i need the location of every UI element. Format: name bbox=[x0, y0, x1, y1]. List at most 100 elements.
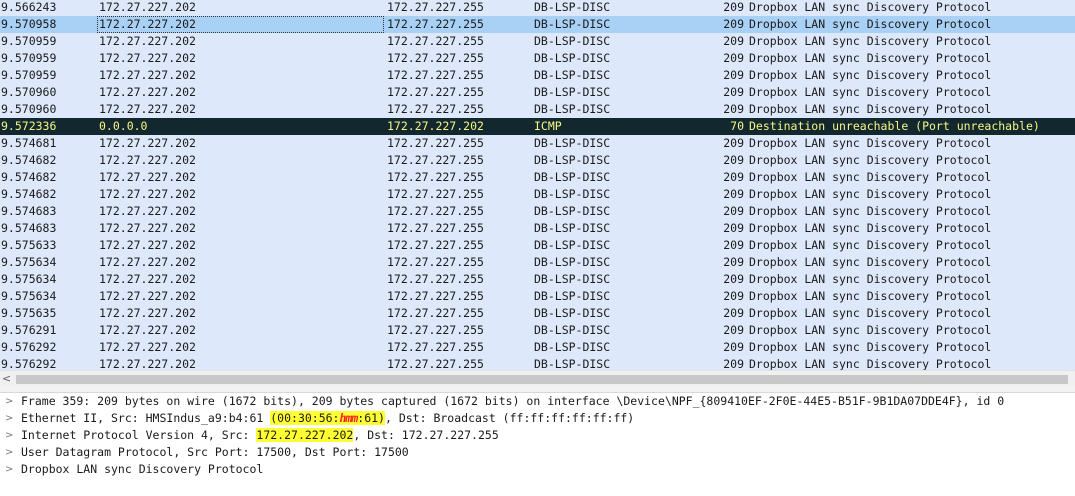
packet-protocol: DB-LSP-DISC bbox=[534, 0, 611, 14]
packet-protocol: DB-LSP-DISC bbox=[534, 340, 611, 354]
packet-protocol: DB-LSP-DISC bbox=[534, 68, 611, 82]
packet-row[interactable]: 9.570959 172.27.227.202 172.27.227.255 DB-L… bbox=[0, 67, 1075, 84]
ip-suffix: , Dst: 172.27.227.255 bbox=[353, 428, 499, 442]
ip-prefix: Internet Protocol Version 4, Src: bbox=[21, 428, 257, 442]
packet-time: 9.575634 bbox=[1, 289, 57, 303]
packet-info: Dropbox LAN sync Discovery Protocol bbox=[749, 340, 992, 354]
packet-row[interactable]: 9.570960 172.27.227.202 172.27.227.255 DB-L… bbox=[0, 84, 1075, 101]
packet-info: Dropbox LAN sync Discovery Protocol bbox=[749, 17, 992, 31]
chevron-right-icon[interactable]: > bbox=[5, 427, 15, 444]
packet-time: 9.572336 bbox=[1, 119, 57, 133]
packet-row[interactable]: 9.575634 172.27.227.202 172.27.227.255 DB-L… bbox=[0, 254, 1075, 271]
packet-info: Dropbox LAN sync Discovery Protocol bbox=[749, 306, 992, 320]
packet-row[interactable]: 9.566243 172.27.227.202 172.27.227.255 DB-L… bbox=[0, 0, 1075, 16]
detail-frame-row[interactable]: > Frame 359: 209 bytes on wire (1672 bit… bbox=[0, 393, 1075, 410]
packet-destination: 172.27.227.255 bbox=[387, 85, 484, 99]
packet-info: Dropbox LAN sync Discovery Protocol bbox=[749, 323, 992, 337]
detail-udp-row[interactable]: > User Datagram Protocol, Src Port: 1750… bbox=[0, 444, 1075, 461]
detail-dropbox-row[interactable]: > Dropbox LAN sync Discovery Protocol bbox=[0, 461, 1075, 478]
packet-time: 9.574683 bbox=[1, 204, 57, 218]
packet-source: 172.27.227.202 bbox=[99, 51, 196, 65]
packet-protocol: DB-LSP-DISC bbox=[534, 272, 611, 286]
scrollbar-thumb[interactable] bbox=[16, 375, 1068, 384]
packet-length: 209 bbox=[723, 34, 744, 48]
packet-info: Dropbox LAN sync Discovery Protocol bbox=[749, 187, 992, 201]
packet-source: 172.27.227.202 bbox=[99, 357, 196, 370]
chevron-right-icon[interactable]: > bbox=[5, 393, 15, 410]
redacted-mac-scribble: hmm bbox=[339, 411, 358, 425]
chevron-right-icon[interactable]: > bbox=[5, 444, 15, 461]
packet-protocol: DB-LSP-DISC bbox=[534, 255, 611, 269]
packet-row[interactable]: 9.574682 172.27.227.202 172.27.227.255 DB-L… bbox=[0, 186, 1075, 203]
detail-ethernet-row[interactable]: > Ethernet II, Src: HMSIndus_a9:b4:61 (0… bbox=[0, 410, 1075, 427]
packet-info: Dropbox LAN sync Discovery Protocol bbox=[749, 34, 992, 48]
packet-row[interactable]: 9.576292 172.27.227.202 172.27.227.255 DB-L… bbox=[0, 339, 1075, 356]
packet-protocol: DB-LSP-DISC bbox=[534, 34, 611, 48]
horizontal-scrollbar[interactable]: < bbox=[0, 370, 1075, 387]
packet-protocol: DB-LSP-DISC bbox=[534, 238, 611, 252]
detail-udp-text: User Datagram Protocol, Src Port: 17500,… bbox=[21, 445, 409, 459]
packet-row[interactable]: 9.575635 172.27.227.202 172.27.227.255 DB-L… bbox=[0, 305, 1075, 322]
packet-row[interactable]: 9.576292 172.27.227.202 172.27.227.255 DB-L… bbox=[0, 356, 1075, 370]
packet-row[interactable]: 9.575633 172.27.227.202 172.27.227.255 DB-L… bbox=[0, 237, 1075, 254]
packet-row[interactable]: 9.575634 172.27.227.202 172.27.227.255 DB-L… bbox=[0, 271, 1075, 288]
packet-protocol: DB-LSP-DISC bbox=[534, 102, 611, 116]
packet-row[interactable]: 9.574682 172.27.227.202 172.27.227.255 DB-L… bbox=[0, 152, 1075, 169]
packet-list[interactable]: 9.566243 172.27.227.202 172.27.227.255 DB-L… bbox=[0, 0, 1075, 370]
chevron-right-icon[interactable]: > bbox=[5, 461, 15, 478]
packet-destination: 172.27.227.255 bbox=[387, 221, 484, 235]
detail-ip-row[interactable]: > Internet Protocol Version 4, Src: 172.… bbox=[0, 427, 1075, 444]
packet-protocol: DB-LSP-DISC bbox=[534, 17, 611, 31]
chevron-right-icon[interactable]: > bbox=[5, 410, 15, 427]
packet-destination: 172.27.227.255 bbox=[387, 170, 484, 184]
packet-protocol: DB-LSP-DISC bbox=[534, 187, 611, 201]
packet-time: 9.570959 bbox=[1, 51, 57, 65]
packet-source: 172.27.227.202 bbox=[99, 102, 196, 116]
packet-row[interactable]: 9.574683 172.27.227.202 172.27.227.255 DB-L… bbox=[0, 220, 1075, 237]
packet-length: 209 bbox=[723, 68, 744, 82]
packet-row[interactable]: 9.575634 172.27.227.202 172.27.227.255 DB-L… bbox=[0, 288, 1075, 305]
chevron-left-icon[interactable]: < bbox=[2, 372, 14, 386]
pane-splitter[interactable] bbox=[0, 386, 1075, 393]
packet-row[interactable]: 9.570959 172.27.227.202 172.27.227.255 DB-L… bbox=[0, 33, 1075, 50]
packet-source: 172.27.227.202 bbox=[99, 68, 196, 82]
packet-row[interactable]: 9.572336 0.0.0.0 172.27.227.202 ICMP 70 Desti… bbox=[0, 118, 1075, 135]
packet-row[interactable]: 9.570958 172.27.227.202 172.27.227.255 DB-L… bbox=[0, 16, 1075, 33]
packet-row[interactable]: 9.574681 172.27.227.202 172.27.227.255 DB-L… bbox=[0, 135, 1075, 152]
ethernet-suffix: , Dst: Broadcast (ff:ff:ff:ff:ff:ff) bbox=[384, 411, 635, 425]
packet-length: 70 bbox=[730, 119, 744, 133]
packet-protocol: DB-LSP-DISC bbox=[534, 323, 611, 337]
packet-protocol: DB-LSP-DISC bbox=[534, 136, 611, 150]
packet-info: Dropbox LAN sync Discovery Protocol bbox=[749, 85, 992, 99]
packet-source: 172.27.227.202 bbox=[99, 136, 196, 150]
highlighted-src-mac: (00:30:56:hmm:61) bbox=[270, 411, 385, 425]
packet-destination: 172.27.227.202 bbox=[387, 119, 484, 133]
packet-source: 172.27.227.202 bbox=[97, 16, 384, 33]
packet-time: 9.574682 bbox=[1, 170, 57, 184]
packet-time: 9.575633 bbox=[1, 238, 57, 252]
packet-source: 172.27.227.202 bbox=[99, 187, 196, 201]
packet-source: 172.27.227.202 bbox=[99, 85, 196, 99]
packet-info: Dropbox LAN sync Discovery Protocol bbox=[749, 204, 992, 218]
packet-row[interactable]: 9.570960 172.27.227.202 172.27.227.255 DB-L… bbox=[0, 101, 1075, 118]
packet-destination: 172.27.227.255 bbox=[387, 323, 484, 337]
packet-length: 209 bbox=[723, 272, 744, 286]
packet-protocol: ICMP bbox=[534, 119, 562, 133]
packet-time: 9.570960 bbox=[1, 102, 57, 116]
packet-row[interactable]: 9.576291 172.27.227.202 172.27.227.255 DB-L… bbox=[0, 322, 1075, 339]
packet-time: 9.570960 bbox=[1, 85, 57, 99]
packet-time: 9.570959 bbox=[1, 68, 57, 82]
packet-row[interactable]: 9.574683 172.27.227.202 172.27.227.255 DB-L… bbox=[0, 203, 1075, 220]
packet-row[interactable]: 9.570959 172.27.227.202 172.27.227.255 DB-L… bbox=[0, 50, 1075, 67]
packet-source: 172.27.227.202 bbox=[99, 306, 196, 320]
packet-info: Dropbox LAN sync Discovery Protocol bbox=[749, 153, 992, 167]
packet-time: 9.574682 bbox=[1, 153, 57, 167]
packet-source: 172.27.227.202 bbox=[99, 221, 196, 235]
packet-details-pane: > Frame 359: 209 bytes on wire (1672 bit… bbox=[0, 393, 1075, 496]
packet-protocol: DB-LSP-DISC bbox=[534, 85, 611, 99]
packet-length: 209 bbox=[723, 85, 744, 99]
packet-destination: 172.27.227.255 bbox=[387, 51, 484, 65]
packet-length: 209 bbox=[723, 340, 744, 354]
packet-row[interactable]: 9.574682 172.27.227.202 172.27.227.255 DB-L… bbox=[0, 169, 1075, 186]
packet-length: 209 bbox=[723, 136, 744, 150]
